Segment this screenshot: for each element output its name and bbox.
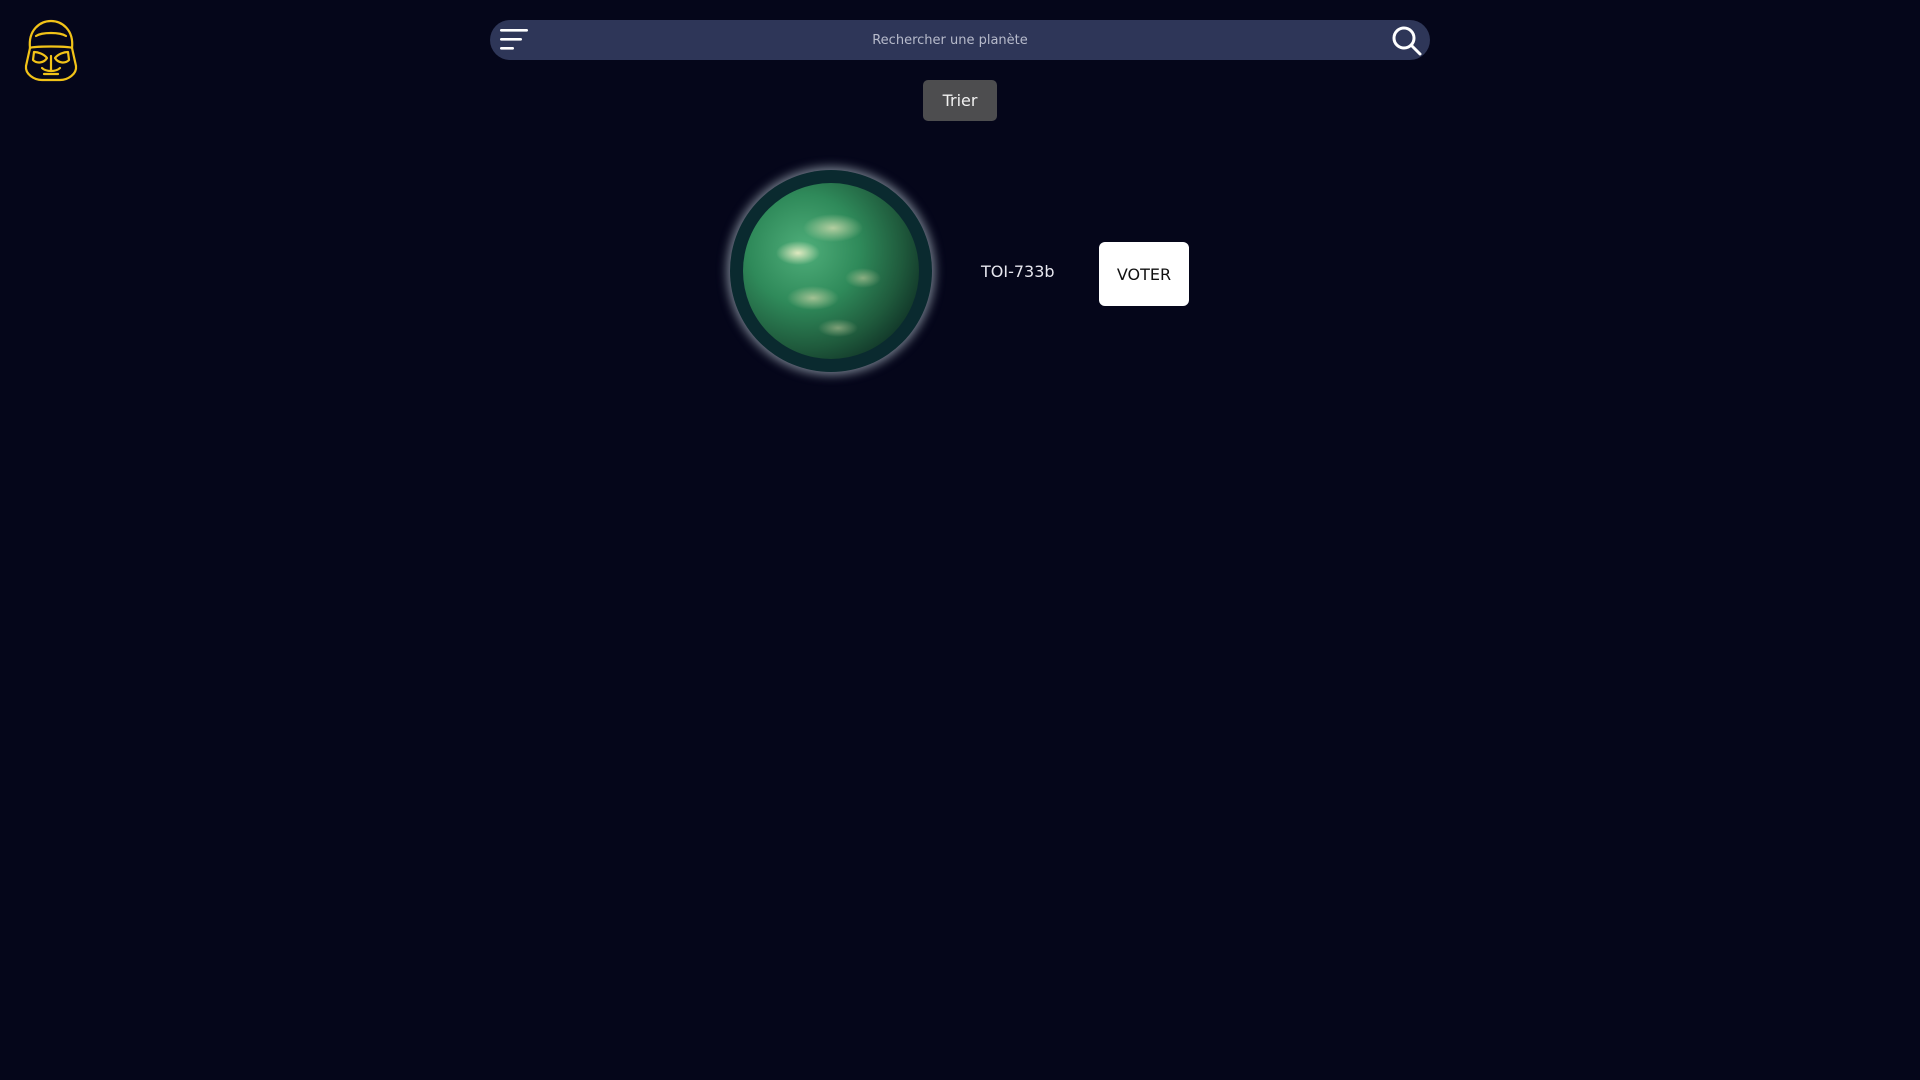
search-bar <box>490 20 1430 60</box>
planet-list-item: TOI-733b VOTER <box>730 170 1210 378</box>
page: Trier TOI-733b VOTER <box>0 0 1920 1080</box>
stormtrooper-helmet-icon[interactable] <box>20 18 82 84</box>
hamburger-menu-icon[interactable] <box>498 26 530 54</box>
vote-button[interactable]: VOTER <box>1099 242 1189 306</box>
sort-button[interactable]: Trier <box>923 80 997 121</box>
planet-image[interactable] <box>730 170 932 372</box>
planet-name: TOI-733b <box>981 262 1055 281</box>
search-input[interactable] <box>550 20 1350 60</box>
search-icon[interactable] <box>1390 24 1424 58</box>
planet-surface <box>743 183 919 359</box>
